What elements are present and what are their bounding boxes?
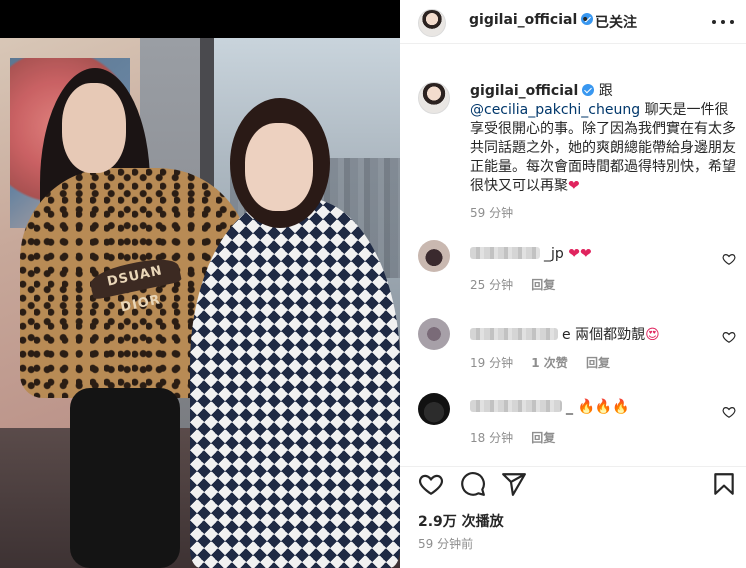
- comment-like-heart-icon[interactable]: [722, 252, 736, 266]
- comment-meta: 19 分钟 1 次赞 回复: [470, 354, 624, 371]
- header-separator: •: [581, 12, 590, 28]
- heart-eyes-emoji-icon: 😍: [645, 327, 660, 343]
- verified-badge-icon: [582, 84, 595, 96]
- bookmark-icon[interactable]: [711, 471, 737, 497]
- commenter-username-visible[interactable]: e: [562, 327, 571, 343]
- person-right-face: [245, 123, 313, 211]
- comment-text-line: _ 🔥🔥🔥: [470, 399, 630, 415]
- following-button[interactable]: 已关注: [595, 12, 637, 32]
- commenter-username-blurred[interactable]: [470, 247, 540, 259]
- comment-timestamp: 18 分钟: [470, 431, 514, 445]
- commenter-username-visible[interactable]: _jp: [544, 246, 564, 262]
- comment-timestamp: 25 分钟: [470, 278, 514, 292]
- person-left-face: [62, 83, 126, 173]
- comment-item: e 兩個都勁靚😍 19 分钟 1 次赞 回复: [400, 318, 746, 378]
- comment-like-count[interactable]: 1 次赞: [531, 356, 568, 370]
- author-username[interactable]: gigilai_official: [469, 12, 594, 28]
- person-right-houndstooth-coat: [190, 198, 400, 568]
- post-header: gigilai_official • 已关注: [400, 0, 746, 44]
- heart-emoji-icon: ❤: [568, 178, 580, 194]
- comment-meta: 25 分钟 回复: [470, 276, 569, 293]
- comment-item: _jp ❤❤ 25 分钟 回复: [400, 240, 746, 300]
- caption-timestamp: 59 分钟: [470, 206, 514, 220]
- reply-button[interactable]: 回复: [531, 431, 555, 445]
- comment-meta: 18 分钟 回复: [470, 429, 569, 446]
- fire-emoji-icon: 🔥🔥🔥: [577, 399, 630, 415]
- caption-avatar[interactable]: [418, 82, 450, 114]
- person-left-legs: [70, 388, 180, 568]
- commenter-avatar[interactable]: [418, 318, 450, 350]
- commenter-username-blurred[interactable]: [470, 328, 558, 340]
- post-timestamp: 59 分钟前: [418, 537, 474, 551]
- send-icon[interactable]: [501, 471, 527, 497]
- more-icon[interactable]: [712, 12, 734, 32]
- commenter-avatar[interactable]: [418, 393, 450, 425]
- reply-button[interactable]: 回复: [586, 356, 610, 370]
- comment-like-heart-icon[interactable]: [722, 405, 736, 419]
- caption-text: gigilai_official 跟 @cecilia_pakchi_cheun…: [470, 82, 736, 196]
- comment-text-line: e 兩個都勁靚😍: [470, 324, 660, 344]
- comment-text-line: _jp ❤❤: [470, 246, 592, 262]
- commenter-username-blurred[interactable]: [470, 400, 562, 412]
- comment-timestamp: 19 分钟: [470, 356, 514, 370]
- post-action-bar: [400, 466, 746, 496]
- post-video[interactable]: DSUAN DIOR: [0, 0, 400, 568]
- commenter-avatar[interactable]: [418, 240, 450, 272]
- caption-mention-link[interactable]: @cecilia_pakchi_cheung: [470, 102, 640, 118]
- heart-emoji-icon: ❤❤: [568, 246, 592, 262]
- commenter-username-visible[interactable]: _: [566, 399, 573, 415]
- caption-username[interactable]: gigilai_official: [470, 83, 578, 99]
- comment-item: _ 🔥🔥🔥 18 分钟 回复: [400, 393, 746, 453]
- view-count[interactable]: 2.9万 次播放: [418, 511, 504, 531]
- author-username-text[interactable]: gigilai_official: [469, 12, 577, 28]
- heart-icon[interactable]: [418, 471, 444, 497]
- video-frame: DSUAN DIOR: [0, 38, 400, 568]
- comment-text: 兩個都勁靚: [575, 327, 646, 343]
- comment-like-heart-icon[interactable]: [722, 330, 736, 344]
- post-side-panel: gigilai_official • 已关注 gigilai_official …: [400, 0, 746, 568]
- caption-prefix: 跟: [598, 83, 613, 99]
- comment-icon[interactable]: [460, 471, 486, 497]
- author-avatar[interactable]: [418, 9, 446, 37]
- reply-button[interactable]: 回复: [531, 278, 555, 292]
